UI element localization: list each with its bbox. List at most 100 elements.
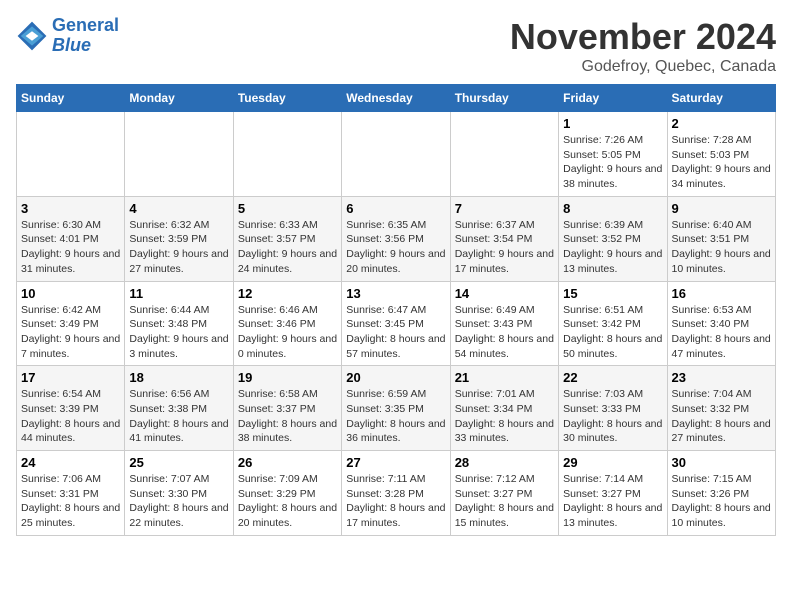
logo-icon — [16, 20, 48, 52]
day-info: Sunrise: 7:04 AM Sunset: 3:32 PM Dayligh… — [672, 387, 771, 446]
day-cell: 16 Sunrise: 6:53 AM Sunset: 3:40 PM Dayli… — [667, 281, 775, 366]
day-cell: 24Sunrise: 7:06 AM Sunset: 3:31 PM Dayli… — [17, 451, 125, 536]
day-info: Sunrise: 6:33 AM Sunset: 3:57 PM Dayligh… — [238, 218, 337, 277]
day-info: Sunrise: 6:53 AM Sunset: 3:40 PM Dayligh… — [672, 303, 771, 362]
col-tuesday: Tuesday — [233, 85, 341, 112]
day-cell: 6 Sunrise: 6:35 AM Sunset: 3:56 PM Daylig… — [342, 196, 450, 281]
day-number: 10 — [21, 286, 120, 301]
day-cell: 15 Sunrise: 6:51 AM Sunset: 3:42 PM Dayli… — [559, 281, 667, 366]
day-number: 15 — [563, 286, 662, 301]
col-monday: Monday — [125, 85, 233, 112]
day-cell: 5 Sunrise: 6:33 AM Sunset: 3:57 PM Daylig… — [233, 196, 341, 281]
day-number: 17 — [21, 370, 120, 385]
day-number: 29 — [563, 455, 662, 470]
day-number: 9 — [672, 201, 771, 216]
day-cell: 10 Sunrise: 6:42 AM Sunset: 3:49 PM Dayli… — [17, 281, 125, 366]
day-cell: 28 Sunrise: 7:12 AM Sunset: 3:27 PM Dayli… — [450, 451, 558, 536]
day-number: 21 — [455, 370, 554, 385]
day-number: 8 — [563, 201, 662, 216]
day-number: 30 — [672, 455, 771, 470]
day-info: Sunrise: 7:01 AM Sunset: 3:34 PM Dayligh… — [455, 387, 554, 446]
day-number: 1 — [563, 116, 662, 131]
day-cell: 21 Sunrise: 7:01 AM Sunset: 3:34 PM Dayli… — [450, 366, 558, 451]
col-thursday: Thursday — [450, 85, 558, 112]
day-info: Sunrise: 6:47 AM Sunset: 3:45 PM Dayligh… — [346, 303, 445, 362]
day-info: Sunrise: 6:35 AM Sunset: 3:56 PM Dayligh… — [346, 218, 445, 277]
day-number: 24 — [21, 455, 120, 470]
day-cell: 9Sunrise: 6:40 AM Sunset: 3:51 PM Daylig… — [667, 196, 775, 281]
day-number: 19 — [238, 370, 337, 385]
day-number: 28 — [455, 455, 554, 470]
day-number: 3 — [21, 201, 120, 216]
day-info: Sunrise: 6:37 AM Sunset: 3:54 PM Dayligh… — [455, 218, 554, 277]
day-info: Sunrise: 7:28 AM Sunset: 5:03 PM Dayligh… — [672, 133, 771, 192]
day-info: Sunrise: 7:11 AM Sunset: 3:28 PM Dayligh… — [346, 472, 445, 531]
day-number: 26 — [238, 455, 337, 470]
day-cell: 12 Sunrise: 6:46 AM Sunset: 3:46 PM Dayli… — [233, 281, 341, 366]
day-cell: 27Sunrise: 7:11 AM Sunset: 3:28 PM Dayli… — [342, 451, 450, 536]
month-title: November 2024 — [510, 16, 776, 58]
day-cell: 11 Sunrise: 6:44 AM Sunset: 3:48 PM Dayli… — [125, 281, 233, 366]
day-info: Sunrise: 6:59 AM Sunset: 3:35 PM Dayligh… — [346, 387, 445, 446]
title-area: November 2024 Godefroy, Quebec, Canada — [510, 16, 776, 76]
calendar-header: Sunday Monday Tuesday Wednesday Thursday… — [17, 85, 776, 112]
day-info: Sunrise: 6:54 AM Sunset: 3:39 PM Dayligh… — [21, 387, 120, 446]
logo: General Blue — [16, 16, 119, 56]
day-number: 22 — [563, 370, 662, 385]
day-info: Sunrise: 6:44 AM Sunset: 3:48 PM Dayligh… — [129, 303, 228, 362]
day-number: 2 — [672, 116, 771, 131]
col-friday: Friday — [559, 85, 667, 112]
col-wednesday: Wednesday — [342, 85, 450, 112]
day-info: Sunrise: 6:46 AM Sunset: 3:46 PM Dayligh… — [238, 303, 337, 362]
day-cell: 22Sunrise: 7:03 AM Sunset: 3:33 PM Dayli… — [559, 366, 667, 451]
day-info: Sunrise: 7:26 AM Sunset: 5:05 PM Dayligh… — [563, 133, 662, 192]
day-cell: 25Sunrise: 7:07 AM Sunset: 3:30 PM Dayli… — [125, 451, 233, 536]
week-row-2: 10 Sunrise: 6:42 AM Sunset: 3:49 PM Dayli… — [17, 281, 776, 366]
location-title: Godefroy, Quebec, Canada — [510, 58, 776, 76]
week-row-1: 3 Sunrise: 6:30 AM Sunset: 4:01 PM Daylig… — [17, 196, 776, 281]
calendar-body: 1 Sunrise: 7:26 AM Sunset: 5:05 PM Daylig… — [17, 112, 776, 536]
day-cell: 2 Sunrise: 7:28 AM Sunset: 5:03 PM Daylig… — [667, 112, 775, 197]
col-sunday: Sunday — [17, 85, 125, 112]
day-cell: 1 Sunrise: 7:26 AM Sunset: 5:05 PM Daylig… — [559, 112, 667, 197]
day-number: 6 — [346, 201, 445, 216]
header-row: Sunday Monday Tuesday Wednesday Thursday… — [17, 85, 776, 112]
day-info: Sunrise: 7:09 AM Sunset: 3:29 PM Dayligh… — [238, 472, 337, 531]
day-cell: 13Sunrise: 6:47 AM Sunset: 3:45 PM Dayli… — [342, 281, 450, 366]
day-number: 5 — [238, 201, 337, 216]
week-row-3: 17 Sunrise: 6:54 AM Sunset: 3:39 PM Dayli… — [17, 366, 776, 451]
day-cell: 3 Sunrise: 6:30 AM Sunset: 4:01 PM Daylig… — [17, 196, 125, 281]
day-info: Sunrise: 7:12 AM Sunset: 3:27 PM Dayligh… — [455, 472, 554, 531]
day-cell: 7Sunrise: 6:37 AM Sunset: 3:54 PM Daylig… — [450, 196, 558, 281]
day-cell: 30 Sunrise: 7:15 AM Sunset: 3:26 PM Dayli… — [667, 451, 775, 536]
day-info: Sunrise: 6:32 AM Sunset: 3:59 PM Dayligh… — [129, 218, 228, 277]
day-info: Sunrise: 6:49 AM Sunset: 3:43 PM Dayligh… — [455, 303, 554, 362]
day-number: 14 — [455, 286, 554, 301]
day-info: Sunrise: 6:51 AM Sunset: 3:42 PM Dayligh… — [563, 303, 662, 362]
header: General Blue November 2024 Godefroy, Que… — [16, 16, 776, 76]
day-number: 16 — [672, 286, 771, 301]
day-cell: 14 Sunrise: 6:49 AM Sunset: 3:43 PM Dayli… — [450, 281, 558, 366]
day-info: Sunrise: 7:15 AM Sunset: 3:26 PM Dayligh… — [672, 472, 771, 531]
day-info: Sunrise: 6:56 AM Sunset: 3:38 PM Dayligh… — [129, 387, 228, 446]
day-cell — [450, 112, 558, 197]
day-cell — [233, 112, 341, 197]
week-row-4: 24Sunrise: 7:06 AM Sunset: 3:31 PM Dayli… — [17, 451, 776, 536]
day-number: 23 — [672, 370, 771, 385]
day-cell — [17, 112, 125, 197]
logo-line2: Blue — [52, 35, 91, 55]
logo-line1: General — [52, 15, 119, 35]
day-cell: 19 Sunrise: 6:58 AM Sunset: 3:37 PM Dayli… — [233, 366, 341, 451]
day-info: Sunrise: 6:42 AM Sunset: 3:49 PM Dayligh… — [21, 303, 120, 362]
day-number: 11 — [129, 286, 228, 301]
day-number: 12 — [238, 286, 337, 301]
day-cell: 8 Sunrise: 6:39 AM Sunset: 3:52 PM Daylig… — [559, 196, 667, 281]
day-info: Sunrise: 6:30 AM Sunset: 4:01 PM Dayligh… — [21, 218, 120, 277]
day-info: Sunrise: 6:39 AM Sunset: 3:52 PM Dayligh… — [563, 218, 662, 277]
day-number: 18 — [129, 370, 228, 385]
day-cell — [342, 112, 450, 197]
day-cell: 17 Sunrise: 6:54 AM Sunset: 3:39 PM Dayli… — [17, 366, 125, 451]
logo-text: General Blue — [52, 16, 119, 56]
day-cell: 23 Sunrise: 7:04 AM Sunset: 3:32 PM Dayli… — [667, 366, 775, 451]
day-info: Sunrise: 6:58 AM Sunset: 3:37 PM Dayligh… — [238, 387, 337, 446]
